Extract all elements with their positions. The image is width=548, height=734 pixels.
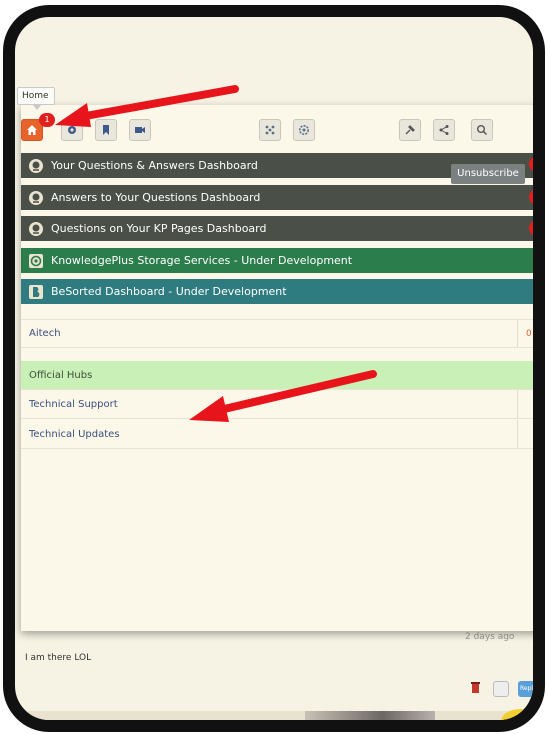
- list-item-label: Technical Support: [29, 398, 118, 410]
- settings-button[interactable]: [293, 119, 315, 141]
- share-icon: [439, 125, 449, 135]
- list-item-count: [517, 390, 533, 418]
- annotation-arrow-toolbar: [55, 85, 239, 127]
- comment-timestamp: 2 days ago: [465, 632, 515, 642]
- dashboard-row-answers[interactable]: Answers to Your Questions Dashboard: [21, 185, 533, 210]
- hubs-header-label: Official Hubs: [29, 369, 93, 381]
- search-icon: [477, 125, 488, 136]
- storage-icon: [27, 252, 45, 270]
- network-icon: [265, 125, 275, 135]
- list-item-label: Aitech: [29, 328, 61, 339]
- network-button[interactable]: [259, 119, 281, 141]
- emoji-button[interactable]: [493, 681, 509, 697]
- dashboard-row-storage[interactable]: KnowledgePlus Storage Services - Under D…: [21, 248, 533, 273]
- dashboard-label: BeSorted Dashboard - Under Development: [51, 285, 287, 298]
- dashboard-label: KnowledgePlus Storage Services - Under D…: [51, 254, 353, 267]
- brain-icon: [27, 220, 45, 238]
- list-item-count: [517, 420, 533, 448]
- list-item-count: 0: [517, 320, 533, 347]
- pin-button[interactable]: [399, 119, 421, 141]
- list-item-aitech[interactable]: Aitech 0: [21, 319, 533, 348]
- bottom-strip: [15, 711, 533, 720]
- comment-text: I am there LOL: [25, 653, 92, 663]
- brain-icon: [27, 157, 45, 175]
- dashboard-label: Your Questions & Answers Dashboard: [51, 159, 258, 172]
- reply-button[interactable]: Reply: [518, 681, 533, 697]
- thumbnail-image[interactable]: [305, 711, 435, 720]
- brain-icon: [27, 189, 45, 207]
- besorted-icon: [27, 283, 45, 301]
- trash-icon[interactable]: [471, 682, 480, 693]
- list-item-label: Technical Updates: [29, 428, 120, 440]
- annotation-arrow-hubs: [189, 370, 377, 422]
- pin-icon: [405, 125, 415, 135]
- search-button[interactable]: [471, 119, 493, 141]
- dashboard-label: Answers to Your Questions Dashboard: [51, 191, 261, 204]
- dashboard-row-kp-pages[interactable]: Questions on Your KP Pages Dashboard: [21, 216, 533, 241]
- device-frame: 2 days ago I am there LOL Reply Home 1: [3, 5, 545, 732]
- unsubscribe-button[interactable]: Unsubscribe: [451, 164, 525, 184]
- screen: 2 days ago I am there LOL Reply Home 1: [15, 17, 533, 720]
- dashboard-row-besorted[interactable]: BeSorted Dashboard - Under Development: [21, 279, 533, 304]
- dashboard-label: Questions on Your KP Pages Dashboard: [51, 222, 267, 235]
- share-button[interactable]: [433, 119, 455, 141]
- settings-icon: [299, 125, 309, 135]
